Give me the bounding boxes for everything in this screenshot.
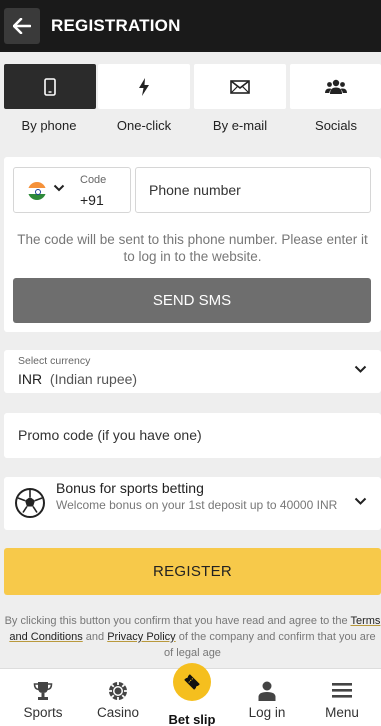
india-flag-icon [28, 182, 46, 200]
legal-notice: By clicking this button you confirm that… [4, 613, 381, 661]
tab-socials[interactable] [290, 64, 381, 109]
legal-suffix: of the company and confirm that you are … [164, 631, 376, 659]
nav-label-bet-slip: Bet slip [168, 712, 216, 726]
nav-bet-slip[interactable]: Bet slip [154, 663, 230, 726]
currency-label: Select currency [18, 355, 91, 367]
currency-code: INR [18, 371, 43, 387]
nav-log-in[interactable]: Log in [229, 669, 305, 726]
country-code-selector[interactable]: Code +91 [13, 167, 131, 213]
chevron-down-icon [53, 184, 65, 192]
phone-registration-card: Code +91 Phone number The code will be s… [4, 157, 381, 332]
code-label: Code [80, 174, 107, 186]
nav-menu[interactable]: Menu [304, 669, 380, 726]
soccer-ball-icon [15, 488, 45, 518]
register-button[interactable]: REGISTER [4, 548, 381, 595]
bonus-title: Bonus for sports betting [56, 480, 204, 496]
currency-select[interactable]: Select currency INR (Indian rupee) [4, 350, 381, 393]
tab-label-socials[interactable]: Socials [288, 118, 381, 133]
tab-label-one-click[interactable]: One-click [96, 118, 192, 133]
user-icon [258, 681, 276, 701]
people-icon [324, 79, 347, 94]
chevron-down-icon [354, 497, 367, 505]
envelope-icon [230, 79, 250, 94]
ticket-icon [184, 674, 200, 690]
nav-label-menu: Menu [325, 705, 359, 720]
page-title: REGISTRATION [51, 16, 181, 35]
currency-value: INR (Indian rupee) [18, 371, 137, 387]
tab-label-by-phone[interactable]: By phone [1, 118, 97, 133]
nav-casino[interactable]: Casino [80, 669, 156, 726]
bonus-description: Welcome bonus on your 1st deposit up to … [56, 498, 338, 512]
tab-one-click[interactable] [98, 64, 190, 109]
chevron-down-icon [354, 365, 367, 373]
bonus-select[interactable]: Bonus for sports betting Welcome bonus o… [4, 477, 381, 530]
legal-prefix: By clicking this button you confirm that… [4, 615, 348, 627]
registration-method-tabs: By phone One-click By e-mail Socials [0, 52, 381, 147]
tab-label-by-email[interactable]: By e-mail [192, 118, 288, 133]
arrow-left-icon [13, 18, 31, 34]
bottom-navigation: Sports Casino Bet slip Log in Menu [0, 663, 381, 726]
hamburger-icon [332, 683, 352, 698]
code-value: +91 [80, 192, 104, 208]
nav-sports[interactable]: Sports [5, 669, 81, 726]
nav-label-sports: Sports [23, 705, 63, 720]
tab-by-phone[interactable] [4, 64, 96, 109]
legal-and: and [85, 631, 105, 643]
bet-slip-badge [173, 663, 211, 701]
promo-code-placeholder: Promo code (if you have one) [18, 427, 202, 443]
app-header: REGISTRATION [0, 0, 381, 52]
back-button[interactable] [4, 8, 40, 44]
phone-number-input[interactable]: Phone number [135, 167, 371, 213]
phone-icon [44, 77, 56, 96]
nav-label-log-in: Log in [248, 705, 286, 720]
poker-chip-icon [109, 682, 127, 700]
currency-name: (Indian rupee) [49, 371, 138, 387]
promo-code-input[interactable]: Promo code (if you have one) [4, 413, 381, 458]
nav-label-casino: Casino [96, 705, 140, 720]
privacy-link[interactable]: Privacy Policy [107, 631, 175, 643]
lightning-icon [139, 77, 149, 96]
sms-hint-text: The code will be sent to this phone numb… [17, 232, 368, 264]
trophy-icon [33, 682, 53, 700]
tab-by-email[interactable] [194, 64, 286, 109]
send-sms-button[interactable]: SEND SMS [13, 278, 371, 323]
